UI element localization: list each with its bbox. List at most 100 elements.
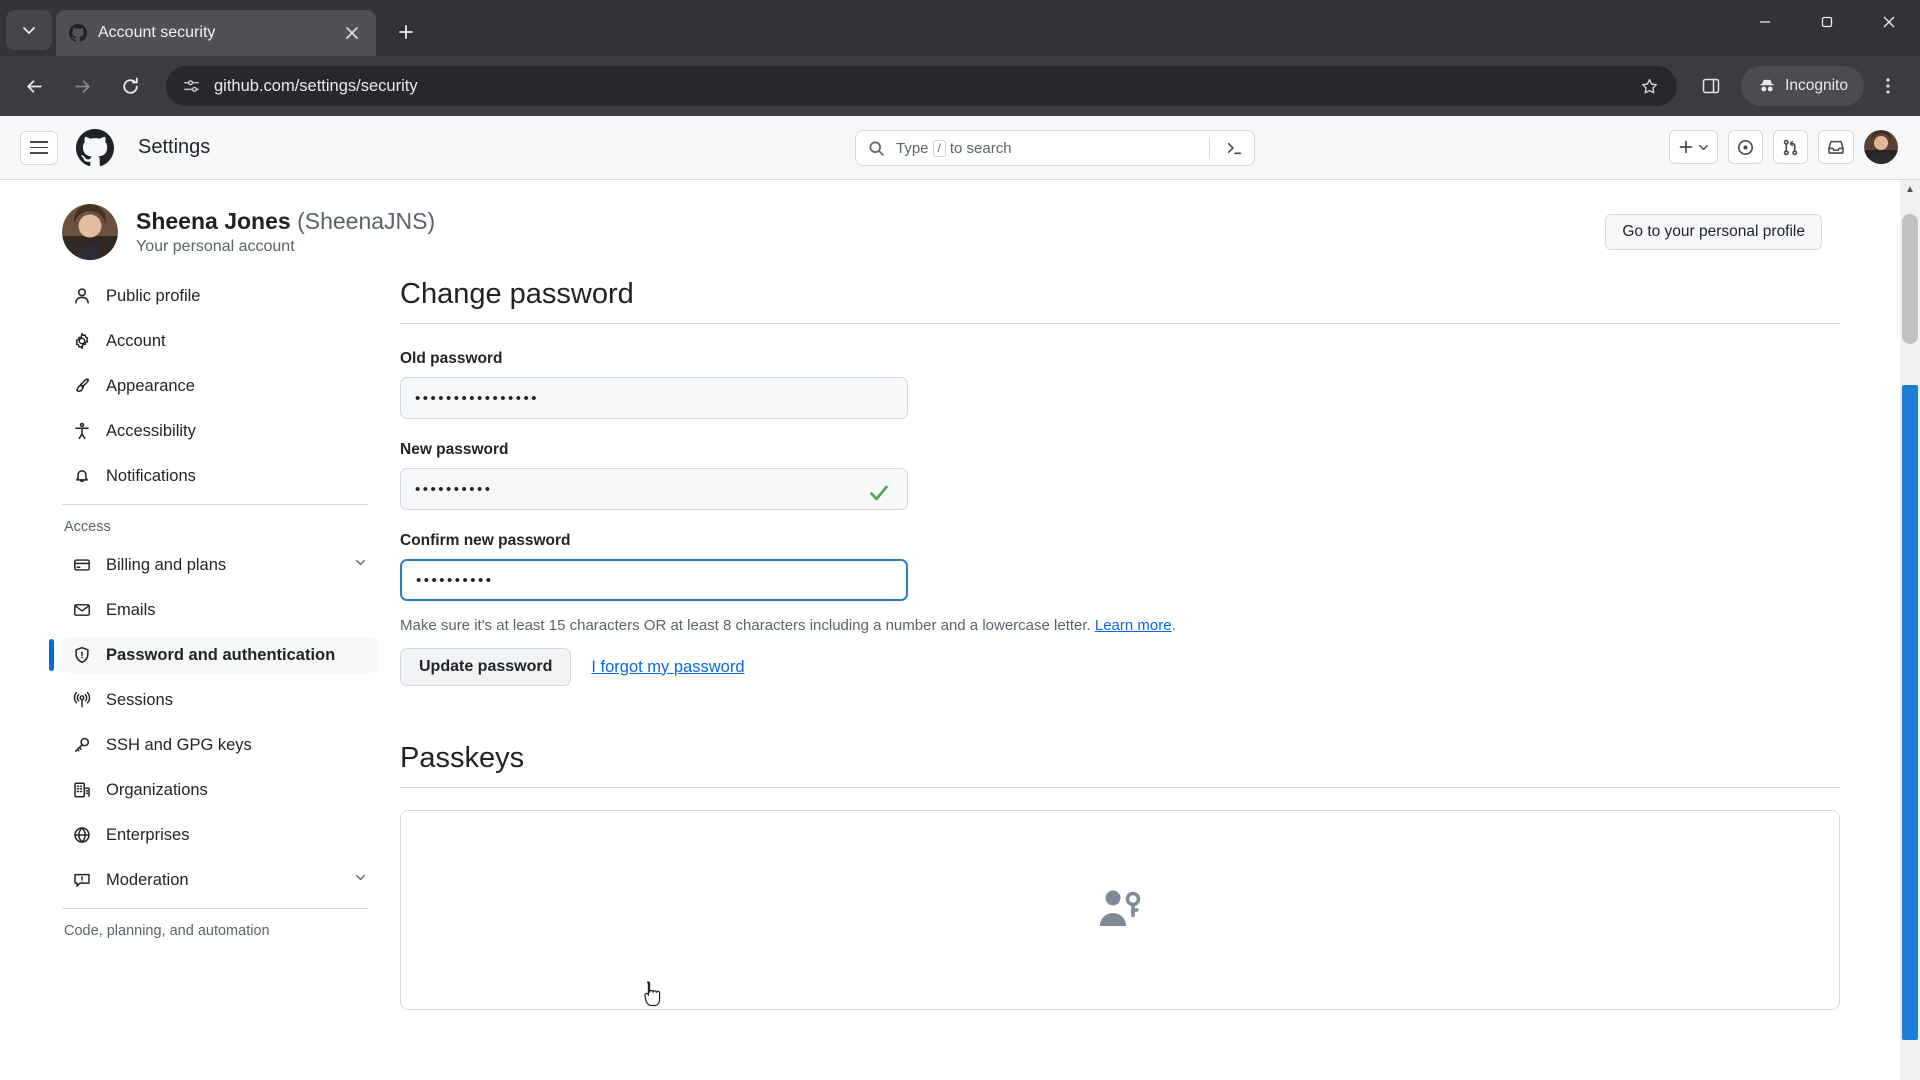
mail-icon bbox=[72, 600, 92, 620]
sidebar-item-label: Organizations bbox=[106, 780, 208, 799]
new-password-label: New password bbox=[400, 441, 509, 458]
search-input[interactable]: Type / to search bbox=[855, 130, 1255, 166]
sidebar-item-moderation[interactable]: Moderation bbox=[62, 862, 378, 898]
sidebar-item-account[interactable]: Account bbox=[62, 323, 378, 359]
sidebar-item-emails[interactable]: Emails bbox=[62, 592, 378, 628]
settings-main: Change password Old password •••••••••••… bbox=[400, 278, 1920, 1080]
site-settings-icon[interactable] bbox=[180, 75, 202, 97]
account-header: Sheena Jones (SheenaJNS) Your personal a… bbox=[0, 180, 1920, 278]
sidebar-item-label: Billing and plans bbox=[106, 555, 227, 574]
new-tab-button[interactable] bbox=[388, 14, 424, 50]
url-text: github.com/settings/security bbox=[214, 76, 418, 95]
github-icon bbox=[68, 23, 88, 43]
sidebar-item-notifications[interactable]: Notifications bbox=[62, 458, 378, 494]
sidebar-item-label: Enterprises bbox=[106, 825, 190, 844]
sidebar-item-label: Moderation bbox=[106, 870, 189, 889]
gear-icon bbox=[72, 331, 92, 351]
settings-content: Sheena Jones (SheenaJNS) Your personal a… bbox=[0, 180, 1920, 1080]
sidebar-item-billing-and-plans[interactable]: Billing and plans bbox=[62, 547, 378, 583]
pull-requests-button[interactable] bbox=[1773, 130, 1808, 164]
old-password-input[interactable]: •••••••••••••••• bbox=[400, 377, 908, 419]
sidebar-item-enterprises[interactable]: Enterprises bbox=[62, 817, 378, 853]
confirm-password-field-group: Confirm new password •••••••••• bbox=[400, 532, 908, 601]
globe-icon bbox=[72, 825, 92, 845]
broadcast-icon bbox=[72, 690, 92, 710]
sidebar-item-organizations[interactable]: Organizations bbox=[62, 772, 378, 808]
hint-period: . bbox=[1171, 617, 1176, 634]
tab-search-button[interactable] bbox=[6, 10, 52, 50]
chevron-down-icon[interactable] bbox=[353, 555, 368, 575]
divider bbox=[1209, 137, 1210, 159]
search-placeholder: Type / to search bbox=[896, 139, 1199, 157]
key-icon bbox=[72, 735, 92, 755]
close-icon[interactable] bbox=[340, 21, 364, 45]
scrollbar-thumb[interactable] bbox=[1902, 214, 1918, 344]
avatar[interactable] bbox=[62, 204, 118, 260]
sidebar-item-appearance[interactable]: Appearance bbox=[62, 368, 378, 404]
chevron-down-icon bbox=[23, 27, 35, 34]
sidebar-item-sessions[interactable]: Sessions bbox=[62, 682, 378, 718]
sidebar-item-label: Notifications bbox=[106, 466, 196, 485]
forward-arrow-icon[interactable] bbox=[60, 64, 104, 108]
bell-icon bbox=[72, 466, 92, 486]
command-palette-icon[interactable] bbox=[1220, 140, 1248, 157]
hamburger-menu-icon[interactable] bbox=[20, 130, 58, 165]
sidebar-item-ssh-and-gpg-keys[interactable]: SSH and GPG keys bbox=[62, 727, 378, 763]
old-password-field-group: Old password •••••••••••••••• bbox=[400, 350, 908, 419]
issues-button[interactable] bbox=[1728, 130, 1763, 164]
sidebar-item-accessibility[interactable]: Accessibility bbox=[62, 413, 378, 449]
settings-sidebar: Public profile Account Appearance Access… bbox=[0, 278, 400, 1080]
forgot-password-link[interactable]: I forgot my password bbox=[591, 658, 744, 677]
maximize-icon[interactable] bbox=[1796, 0, 1858, 44]
old-password-label: Old password bbox=[400, 350, 503, 367]
learn-more-link[interactable]: Learn more bbox=[1095, 617, 1172, 634]
github-logo-icon[interactable] bbox=[76, 128, 114, 167]
confirm-password-input[interactable]: •••••••••• bbox=[400, 559, 908, 601]
report-icon bbox=[72, 870, 92, 890]
new-password-input[interactable]: •••••••••• bbox=[400, 468, 908, 510]
tab-title: Account security bbox=[98, 24, 216, 41]
divider bbox=[62, 504, 368, 505]
tab-strip: Account security bbox=[0, 0, 1920, 56]
page-title: Settings bbox=[138, 136, 211, 158]
confirm-password-label: Confirm new password bbox=[400, 532, 571, 549]
reload-icon[interactable] bbox=[108, 64, 152, 108]
scroll-up-arrow-icon[interactable]: ▲ bbox=[1900, 180, 1920, 198]
search-icon bbox=[868, 139, 886, 157]
chevron-down-icon[interactable] bbox=[353, 870, 368, 890]
incognito-indicator[interactable]: Incognito bbox=[1741, 66, 1864, 106]
browser-tab[interactable]: Account security bbox=[56, 10, 376, 56]
page-scrollbar[interactable]: ▲ bbox=[1900, 180, 1920, 1080]
hint-text: Make sure it's at least 15 characters OR… bbox=[400, 617, 1091, 634]
incognito-icon bbox=[1760, 79, 1774, 92]
passkeys-heading: Passkeys bbox=[400, 742, 1840, 788]
sidebar-item-label: Appearance bbox=[106, 376, 195, 395]
change-password-heading: Change password bbox=[400, 278, 1840, 324]
side-panel-icon[interactable] bbox=[1691, 66, 1731, 106]
avatar[interactable] bbox=[1864, 130, 1898, 164]
sidebar-item-public-profile[interactable]: Public profile bbox=[62, 278, 378, 314]
three-dot-menu-icon[interactable] bbox=[1868, 66, 1908, 106]
chevron-down-icon bbox=[1699, 144, 1708, 150]
sidebar-item-password-and-authentication[interactable]: Password and authentication bbox=[49, 637, 378, 673]
minimize-icon[interactable] bbox=[1734, 0, 1796, 44]
browser-toolbar: github.com/settings/security Incognito bbox=[0, 56, 1920, 116]
close-window-icon[interactable] bbox=[1858, 0, 1920, 44]
pull-request-icon bbox=[1783, 139, 1798, 155]
back-arrow-icon[interactable] bbox=[12, 64, 56, 108]
go-to-personal-profile-button[interactable]: Go to your personal profile bbox=[1605, 214, 1822, 250]
header-actions bbox=[1669, 130, 1898, 164]
sidebar-item-label: Public profile bbox=[106, 286, 201, 305]
bookmark-star-icon[interactable] bbox=[1635, 72, 1663, 100]
address-bar[interactable]: github.com/settings/security bbox=[166, 66, 1678, 106]
update-password-button[interactable]: Update password bbox=[400, 648, 572, 686]
settings-body: Public profile Account Appearance Access… bbox=[0, 278, 1920, 1080]
organization-icon bbox=[72, 780, 92, 800]
inbox-button[interactable] bbox=[1818, 130, 1854, 164]
create-new-button[interactable] bbox=[1669, 130, 1718, 164]
person-icon bbox=[72, 286, 92, 306]
plus-icon bbox=[399, 25, 413, 39]
new-password-field-group: New password •••••••••• bbox=[400, 441, 908, 510]
password-requirements-hint: Make sure it's at least 15 characters OR… bbox=[400, 617, 1840, 634]
search-placeholder-prefix: Type bbox=[896, 139, 929, 157]
